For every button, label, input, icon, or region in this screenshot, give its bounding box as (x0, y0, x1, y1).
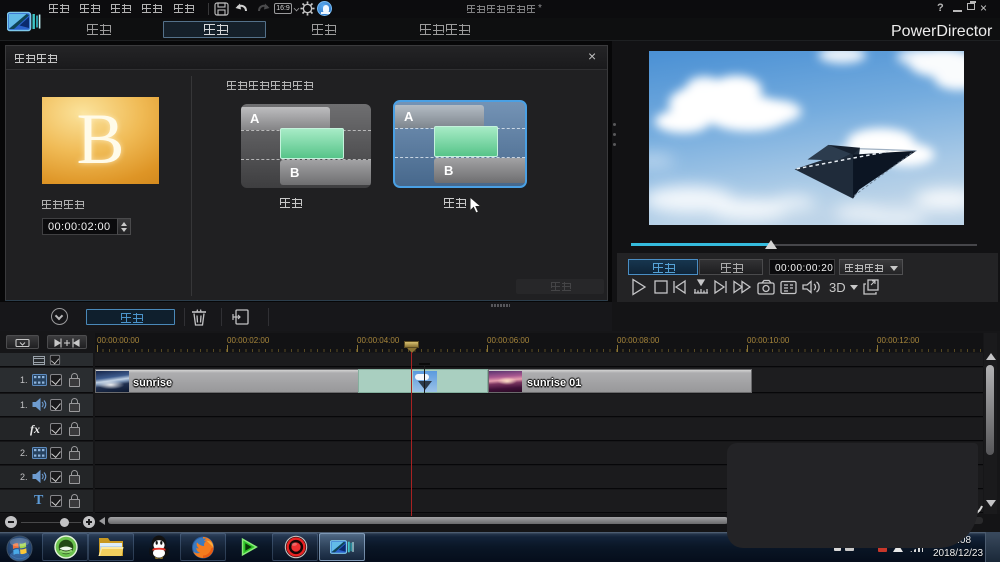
svg-text:3D: 3D (829, 280, 846, 295)
